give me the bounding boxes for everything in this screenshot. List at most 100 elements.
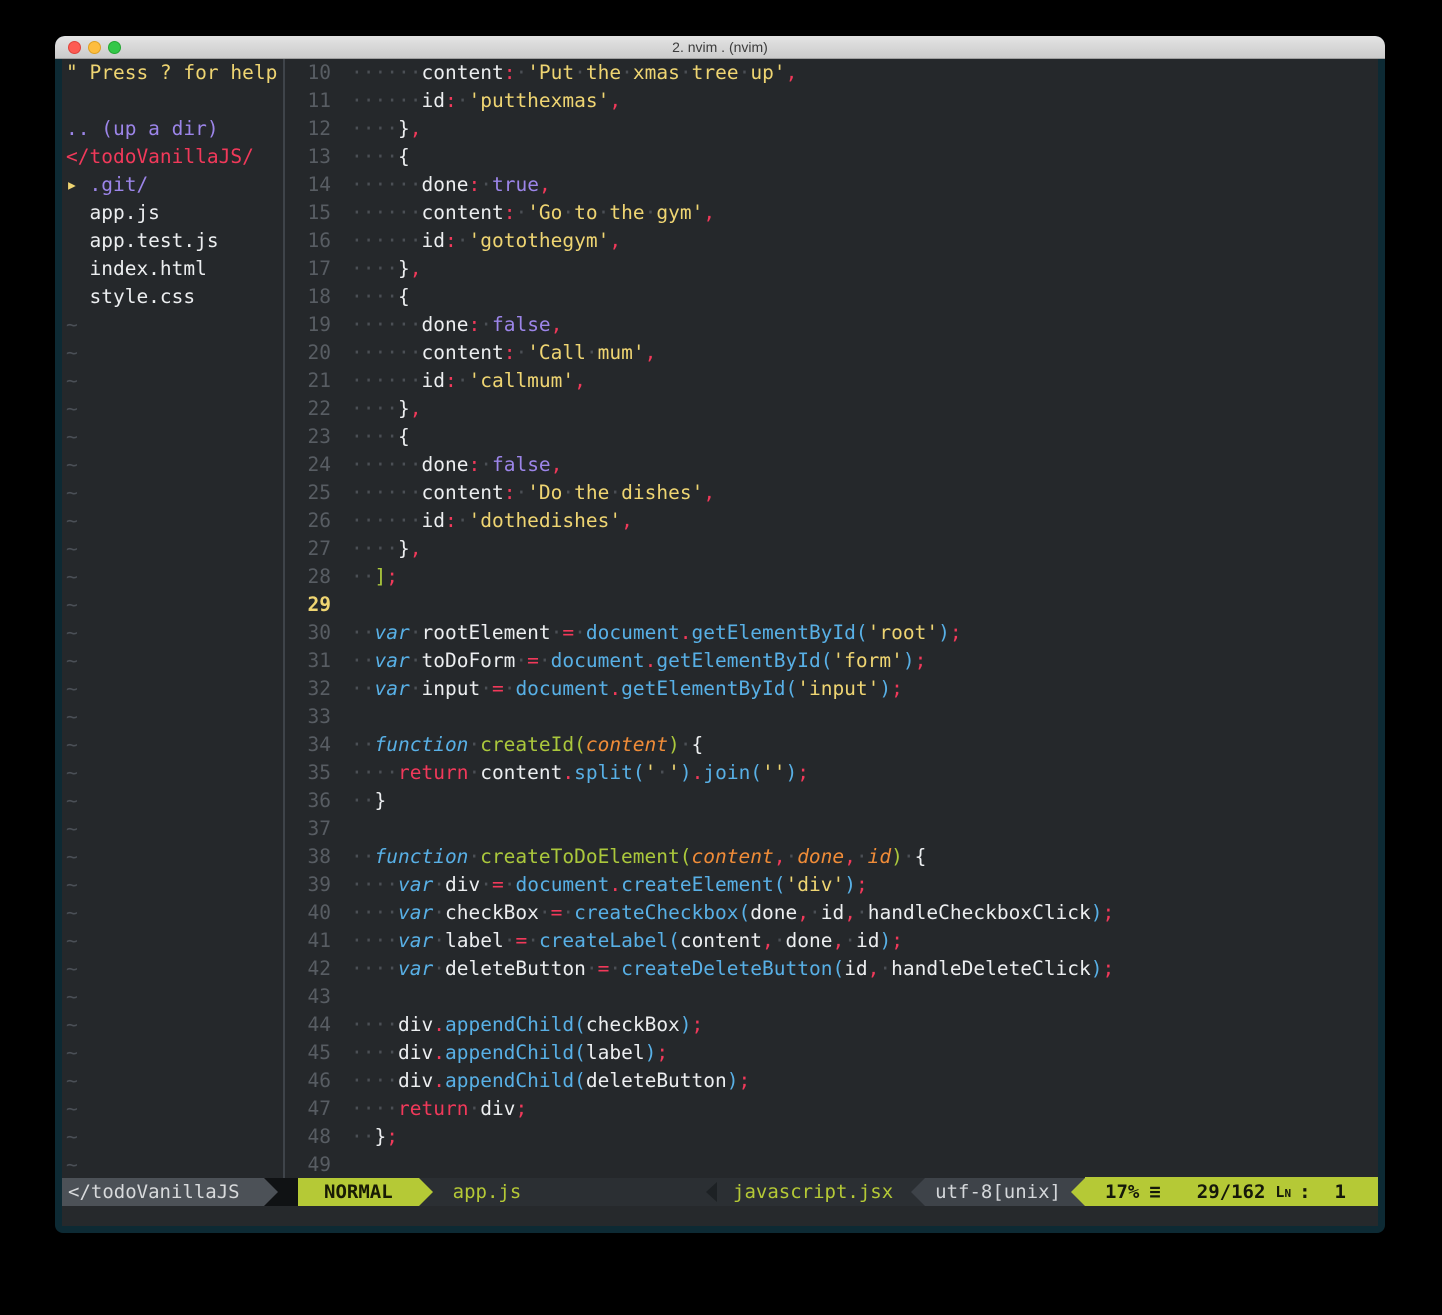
code-line[interactable]: 35····return·content.split('·').join('')… xyxy=(285,759,1378,787)
whitespace-dot: · xyxy=(363,1097,375,1120)
code-line[interactable]: 42····var·deleteButton·=·createDeleteBut… xyxy=(285,955,1378,983)
tree-item-up-dir[interactable]: .. (up a dir) xyxy=(62,115,283,143)
tree-item-file[interactable]: app.js xyxy=(62,199,283,227)
whitespace-dot: · xyxy=(398,509,410,532)
code-line[interactable]: 17····}, xyxy=(285,255,1378,283)
code-line[interactable]: 44····div.appendChild(checkBox); xyxy=(285,1011,1378,1039)
whitespace-dot: · xyxy=(363,453,375,476)
whitespace-dot: · xyxy=(351,957,363,980)
code-line[interactable]: 22····}, xyxy=(285,395,1378,423)
whitespace-dot: · xyxy=(351,1097,363,1120)
tree-item-directory[interactable]: ▸ .git/ xyxy=(62,171,283,199)
code-line[interactable]: 45····div.appendChild(label); xyxy=(285,1039,1378,1067)
code-line[interactable]: 23····{ xyxy=(285,423,1378,451)
tilde-marker: ~ xyxy=(62,759,283,787)
whitespace-dot: · xyxy=(656,761,668,784)
whitespace-dot: · xyxy=(539,901,551,924)
whitespace-dot: · xyxy=(410,677,422,700)
window-title: 2. nvim . (nvim) xyxy=(55,36,1385,58)
whitespace-dot: · xyxy=(398,229,410,252)
whitespace-dot: · xyxy=(386,257,398,280)
terminal-window: 2. nvim . (nvim) " Press ? for help.. (u… xyxy=(55,36,1385,1233)
whitespace-dot: · xyxy=(363,789,375,812)
line-number: 34 xyxy=(285,731,331,759)
code-line[interactable]: 16······id:·'gotothegym', xyxy=(285,227,1378,255)
code-line[interactable]: 18····{ xyxy=(285,283,1378,311)
code-line[interactable]: 14······done:·true, xyxy=(285,171,1378,199)
code-line[interactable]: 20······content:·'Call·mum', xyxy=(285,339,1378,367)
code-line[interactable]: 36··} xyxy=(285,787,1378,815)
line-number: 43 xyxy=(285,983,331,1011)
code-line[interactable]: 32··var·input·=·document.getElementById(… xyxy=(285,675,1378,703)
whitespace-dot: · xyxy=(504,929,516,952)
code-line[interactable]: 28··]; xyxy=(285,563,1378,591)
whitespace-dot: · xyxy=(410,453,422,476)
whitespace-dot: · xyxy=(386,761,398,784)
line-number: 31 xyxy=(285,647,331,675)
whitespace-dot: · xyxy=(363,621,375,644)
whitespace-dot: · xyxy=(480,173,492,196)
code-line[interactable]: 30··var·rootElement·=·document.getElemen… xyxy=(285,619,1378,647)
whitespace-dot: · xyxy=(375,929,387,952)
tree-item-file[interactable]: style.css xyxy=(62,283,283,311)
tree-item-file[interactable]: index.html xyxy=(62,255,283,283)
code-line[interactable]: 37 xyxy=(285,815,1378,843)
line-number: 45 xyxy=(285,1039,331,1067)
whitespace-dot: · xyxy=(363,845,375,868)
tilde-marker: ~ xyxy=(62,983,283,1011)
whitespace-dot: · xyxy=(351,537,363,560)
code-line[interactable]: 15······content:·'Go·to·the·gym', xyxy=(285,199,1378,227)
terminal-content: " Press ? for help.. (up a dir)</todoVan… xyxy=(62,59,1378,1226)
code-line[interactable]: 46····div.appendChild(deleteButton); xyxy=(285,1067,1378,1095)
code-line[interactable]: 26······id:·'dothedishes', xyxy=(285,507,1378,535)
whitespace-dot: · xyxy=(609,481,621,504)
whitespace-dot: · xyxy=(363,145,375,168)
tilde-marker: ~ xyxy=(62,339,283,367)
whitespace-dot: · xyxy=(480,873,492,896)
whitespace-dot: · xyxy=(363,313,375,336)
code-line[interactable]: 48··}; xyxy=(285,1123,1378,1151)
code-line[interactable]: 40····var·checkBox·=·createCheckbox(done… xyxy=(285,899,1378,927)
code-line[interactable]: 38··function·createToDoElement(content,·… xyxy=(285,843,1378,871)
editor-buffer: 10······content:·'Put·the·xmas·tree·up',… xyxy=(285,59,1378,1178)
whitespace-dot: · xyxy=(621,61,633,84)
code-line[interactable]: 29 xyxy=(285,591,1378,619)
code-line[interactable]: 11······id:·'putthexmas', xyxy=(285,87,1378,115)
tree-root-path[interactable]: </todoVanillaJS/ xyxy=(62,143,283,171)
command-line[interactable] xyxy=(62,1206,1378,1226)
whitespace-dot: · xyxy=(363,957,375,980)
whitespace-dot: · xyxy=(515,341,527,364)
code-line[interactable]: 21······id:·'callmum', xyxy=(285,367,1378,395)
code-line[interactable]: 19······done:·false, xyxy=(285,311,1378,339)
whitespace-dot: · xyxy=(363,369,375,392)
code-line[interactable]: 43 xyxy=(285,983,1378,1011)
code-line[interactable]: 41····var·label·=·createLabel(content,·d… xyxy=(285,927,1378,955)
whitespace-dot: · xyxy=(351,257,363,280)
tree-item-file[interactable]: app.test.js xyxy=(62,227,283,255)
code-line[interactable]: 13····{ xyxy=(285,143,1378,171)
code-line[interactable]: 10······content:·'Put·the·xmas·tree·up', xyxy=(285,59,1378,87)
whitespace-dot: · xyxy=(386,201,398,224)
code-line[interactable]: 12····}, xyxy=(285,115,1378,143)
titlebar[interactable]: 2. nvim . (nvim) xyxy=(55,36,1385,59)
whitespace-dot: · xyxy=(351,565,363,588)
whitespace-dot: · xyxy=(562,201,574,224)
code-line[interactable]: 47····return·div; xyxy=(285,1095,1378,1123)
code-line[interactable]: 49 xyxy=(285,1151,1378,1178)
code-line[interactable]: 24······done:·false, xyxy=(285,451,1378,479)
whitespace-dot: · xyxy=(363,733,375,756)
code-line[interactable]: 39····var·div·=·document.createElement('… xyxy=(285,871,1378,899)
line-of-total: 29/162 xyxy=(1197,1178,1266,1206)
whitespace-dot: · xyxy=(351,789,363,812)
collapse-arrow-icon[interactable]: ▸ xyxy=(66,173,78,196)
line-number: 24 xyxy=(285,451,331,479)
whitespace-dot: · xyxy=(351,1013,363,1036)
code-line[interactable]: 25······content:·'Do·the·dishes', xyxy=(285,479,1378,507)
tilde-marker: ~ xyxy=(62,787,283,815)
whitespace-dot: · xyxy=(386,369,398,392)
code-line[interactable]: 33 xyxy=(285,703,1378,731)
code-line[interactable]: 31··var·toDoForm·=·document.getElementBy… xyxy=(285,647,1378,675)
code-line[interactable]: 34··function·createId(content)·{ xyxy=(285,731,1378,759)
tilde-marker: ~ xyxy=(62,311,283,339)
code-line[interactable]: 27····}, xyxy=(285,535,1378,563)
